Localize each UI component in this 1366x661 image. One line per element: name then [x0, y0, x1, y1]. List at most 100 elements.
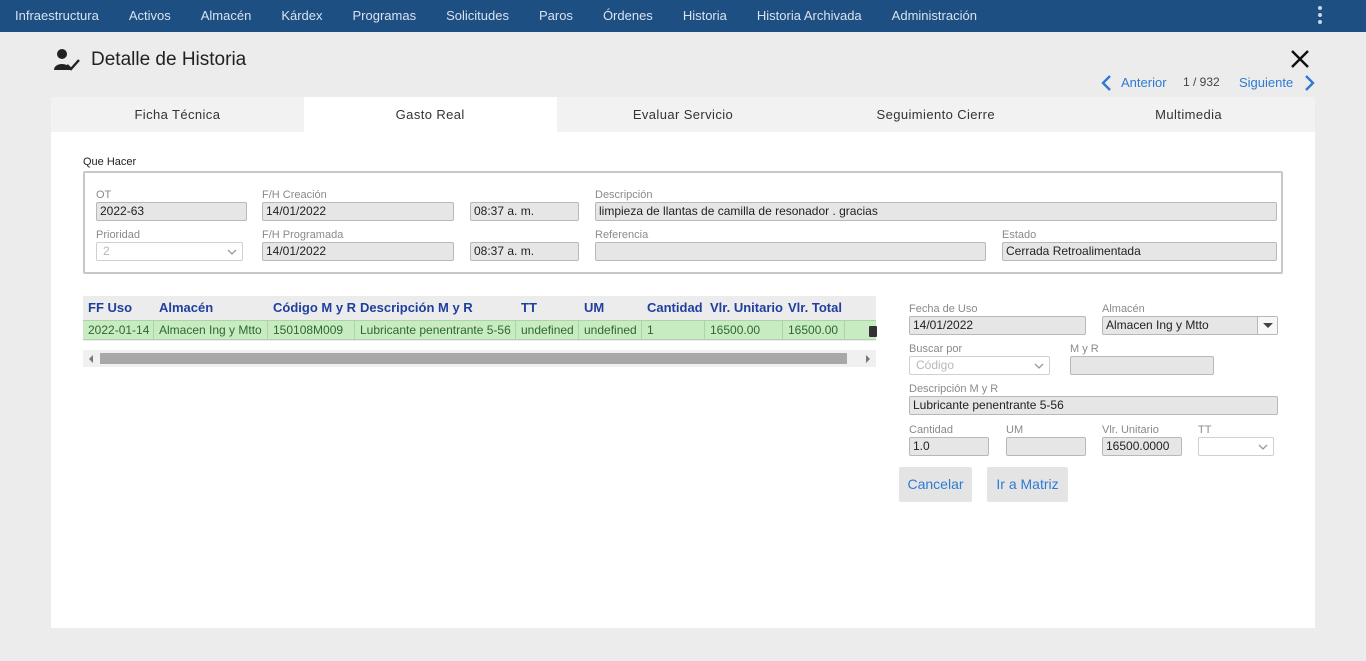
table-row[interactable]: 2022-01-14 Almacen Ing y Mtto 150108M009 Lu…: [83, 320, 876, 340]
buscar-por-placeholder: Código: [916, 358, 955, 372]
cantidad-field[interactable]: 1.0: [909, 437, 989, 456]
grid-column-header[interactable]: Cantidad: [642, 296, 705, 320]
grid-column-header[interactable]: Código M y R: [268, 296, 356, 320]
fh-creacion-label: F/H Creación: [262, 189, 327, 201]
nav-item-2[interactable]: Almacén: [186, 0, 267, 32]
next-link[interactable]: Siguiente: [1239, 75, 1293, 93]
descripcion-label: Descripción: [595, 189, 653, 201]
close-icon[interactable]: [1288, 47, 1312, 71]
descripcion-myr-field[interactable]: Lubricante penentrante 5-56: [909, 396, 1278, 415]
prioridad-select[interactable]: 2: [96, 242, 243, 261]
fh-creacion-time-field[interactable]: 08:37 a. m.: [470, 202, 579, 221]
myr-field[interactable]: [1070, 356, 1214, 375]
cancel-button[interactable]: Cancelar: [899, 467, 972, 502]
trash-icon[interactable]: [869, 326, 877, 337]
fecha-uso-field[interactable]: 14/01/2022: [909, 316, 1086, 335]
fh-programada-time-field[interactable]: 08:37 a. m.: [470, 242, 579, 261]
top-nav: Infraestructura Activos Almacén Kárdex Progr…: [0, 0, 1366, 32]
tab-3[interactable]: Seguimiento Cierre: [809, 97, 1062, 132]
tab-0[interactable]: Ficha Técnica: [51, 97, 304, 132]
chevron-down-icon: [1258, 444, 1268, 450]
chevron-down-icon: [227, 249, 237, 255]
grid-column-header[interactable]: Vlr. Unitario: [705, 296, 783, 320]
nav-items: Infraestructura Activos Almacén Kárdex Progr…: [0, 0, 992, 32]
buscar-por-select[interactable]: Código: [909, 356, 1050, 375]
referencia-label: Referencia: [595, 229, 649, 241]
grid-horizontal-scrollbar[interactable]: [83, 350, 876, 367]
nav-item-7[interactable]: Órdenes: [588, 0, 668, 32]
grid-header: FF Uso Almacén Código M y R Descripción M y…: [83, 296, 876, 320]
descripcion-field[interactable]: limpieza de llantas de camilla de resona…: [595, 202, 1277, 221]
buscar-por-label: Buscar por: [909, 343, 963, 355]
grid-column-header[interactable]: Vlr. Total: [783, 296, 845, 320]
tt-select[interactable]: [1198, 437, 1274, 456]
almacen-label: Almacén: [1102, 303, 1145, 315]
nav-item-0[interactable]: Infraestructura: [0, 0, 114, 32]
grid-cell: Lubricante penentrante 5-56: [355, 321, 516, 339]
grid-column-header[interactable]: Almacén: [154, 296, 268, 320]
nav-item-6[interactable]: Paros: [524, 0, 588, 32]
grid-cell: 16500.00: [705, 321, 783, 339]
um-label: UM: [1006, 424, 1024, 436]
fh-programada-date-field[interactable]: 14/01/2022: [262, 242, 454, 261]
detail-panel: Ficha Técnica Gasto Real Evaluar Servicio S…: [51, 97, 1315, 628]
grid-column-header[interactable]: Descripción M y R: [355, 296, 516, 320]
myr-label: M y R: [1070, 343, 1099, 355]
caret-down-icon: [1257, 317, 1277, 334]
referencia-field[interactable]: [595, 242, 986, 261]
tab-4[interactable]: Multimedia: [1062, 97, 1315, 132]
grid-cell: undefined: [579, 321, 642, 339]
grid-column-header[interactable]: TT: [516, 296, 579, 320]
scroll-right-icon[interactable]: [866, 355, 870, 363]
nav-item-4[interactable]: Programas: [338, 0, 432, 32]
tab-2[interactable]: Evaluar Servicio: [557, 97, 810, 132]
almacen-select[interactable]: Almacen Ing y Mtto: [1102, 316, 1278, 335]
tab-1[interactable]: Gasto Real: [303, 97, 557, 132]
nav-item-9[interactable]: Historia Archivada: [742, 0, 877, 32]
estado-label: Estado: [1002, 229, 1037, 241]
nav-item-5[interactable]: Solicitudes: [431, 0, 524, 32]
vlr-unitario-field[interactable]: 16500.0000: [1102, 437, 1182, 456]
grid-cell: 2022-01-14: [83, 321, 154, 339]
chevron-left-icon[interactable]: [1100, 74, 1114, 92]
que-hacer-label: Que Hacer: [83, 156, 137, 168]
um-field[interactable]: [1006, 437, 1086, 456]
more-menu-icon[interactable]: [1314, 4, 1326, 26]
nav-item-8[interactable]: Historia: [668, 0, 742, 32]
ir-a-matriz-button[interactable]: Ir a Matriz: [987, 467, 1068, 502]
fh-creacion-date-field[interactable]: 14/01/2022: [262, 202, 454, 221]
gasto-grid: FF Uso Almacén Código M y R Descripción M y…: [83, 296, 876, 341]
grid-cell: undefined: [516, 321, 579, 339]
pager-count: 1 / 932: [1183, 75, 1220, 89]
page-title: Detalle de Historia: [91, 49, 247, 70]
descripcion-myr-label: Descripción M y R: [909, 383, 999, 395]
user-check-icon: [54, 49, 80, 71]
fh-programada-label: F/H Programada: [262, 229, 344, 241]
que-hacer-box: OT 2022-63 F/H Creación 14/01/2022 08:37…: [83, 171, 1283, 274]
prioridad-label: Prioridad: [96, 229, 141, 241]
prev-link[interactable]: Anterior: [1121, 75, 1167, 93]
tab-bar: Ficha Técnica Gasto Real Evaluar Servicio S…: [51, 97, 1315, 132]
grid-column-header[interactable]: UM: [579, 296, 642, 320]
grid-cell: 1: [642, 321, 705, 339]
fecha-uso-label: Fecha de Uso: [909, 303, 978, 315]
grid-cell: Almacen Ing y Mtto: [154, 321, 268, 339]
grid-cell: 16500.00: [783, 321, 845, 339]
scrollbar-thumb[interactable]: [100, 353, 847, 364]
chevron-right-icon[interactable]: [1302, 74, 1316, 92]
vlr-unitario-label: Vlr. Unitario: [1102, 424, 1159, 436]
ot-label: OT: [96, 189, 112, 201]
estado-field[interactable]: Cerrada Retroalimentada: [1002, 242, 1277, 261]
ot-field[interactable]: 2022-63: [96, 202, 247, 221]
nav-item-3[interactable]: Kárdex: [266, 0, 337, 32]
scroll-left-icon[interactable]: [89, 355, 93, 363]
grid-cell: 150108M009: [268, 321, 355, 339]
grid-column-header[interactable]: FF Uso: [83, 296, 154, 320]
nav-item-10[interactable]: Administración: [877, 0, 992, 32]
tt-label: TT: [1198, 424, 1212, 436]
prioridad-value: 2: [103, 244, 110, 258]
cantidad-label: Cantidad: [909, 424, 954, 436]
nav-item-1[interactable]: Activos: [114, 0, 186, 32]
chevron-down-icon: [1034, 363, 1044, 369]
almacen-value: Almacen Ing y Mtto: [1106, 318, 1209, 332]
